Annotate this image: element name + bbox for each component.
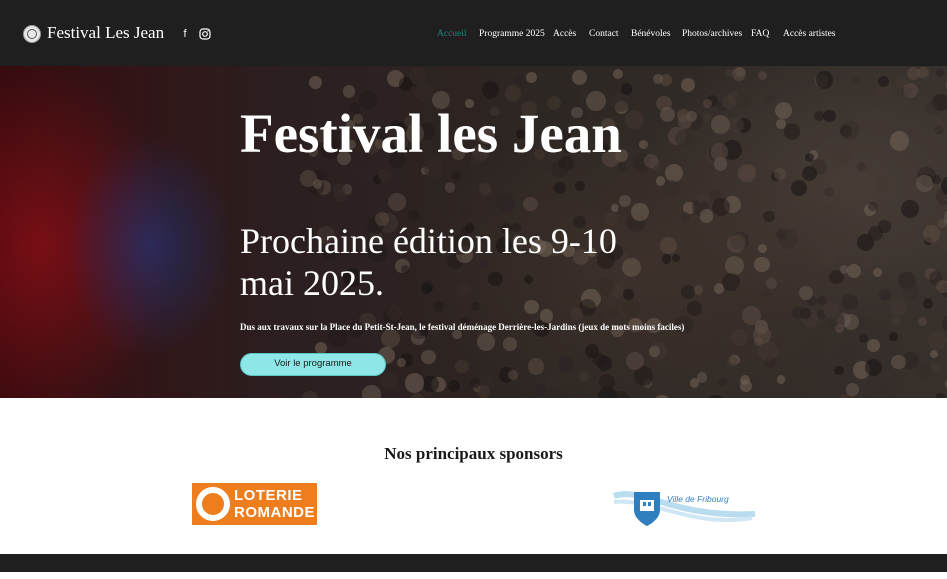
hero-title: Festival les Jean xyxy=(240,103,622,164)
instagram-icon-shape xyxy=(199,28,211,40)
nav-contact[interactable]: Contact xyxy=(589,29,619,39)
loterie-logo-line-1: LOTERIE xyxy=(234,487,303,504)
loterie-ring-icon xyxy=(196,487,230,521)
nav-faq[interactable]: FAQ xyxy=(751,29,769,39)
fribourg-logo-text: Ville de Fribourg xyxy=(667,494,729,504)
nav-photos-archives[interactable]: Photos/archives xyxy=(682,29,742,39)
nav-benevoles[interactable]: Bénévoles xyxy=(631,29,671,39)
hero-note: Dus aux travaux sur la Place du Petit-St… xyxy=(240,322,685,332)
sponsors-heading: Nos principaux sponsors xyxy=(384,444,563,463)
facebook-icon[interactable]: f xyxy=(179,28,191,40)
nav-acces[interactable]: Accès xyxy=(553,29,576,39)
site-header: Festival Les Jean f Accueil Programme 20… xyxy=(0,0,947,66)
instagram-icon[interactable] xyxy=(199,28,211,40)
loterie-logo-line-2: ROMANDE xyxy=(234,504,315,521)
nav-acces-artistes[interactable]: Accès artistes xyxy=(783,29,836,39)
nav-programme-2025[interactable]: Programme 2025 xyxy=(479,29,545,39)
programme-button[interactable]: Voir le programme xyxy=(240,353,386,376)
festival-logo-icon[interactable] xyxy=(23,25,41,43)
hero-subtitle: Prochaine édition les 9-10 mai 2025. xyxy=(240,221,617,303)
nav-accueil[interactable]: Accueil xyxy=(437,29,467,39)
site-title[interactable]: Festival Les Jean xyxy=(47,23,164,43)
loterie-romande-logo[interactable]: LOTERIE ROMANDE xyxy=(192,483,317,525)
site-footer xyxy=(0,554,947,572)
loterie-logo-text: LOTERIE ROMANDE xyxy=(234,487,315,521)
hero-section: Festival les Jean Prochaine édition les … xyxy=(0,66,947,398)
